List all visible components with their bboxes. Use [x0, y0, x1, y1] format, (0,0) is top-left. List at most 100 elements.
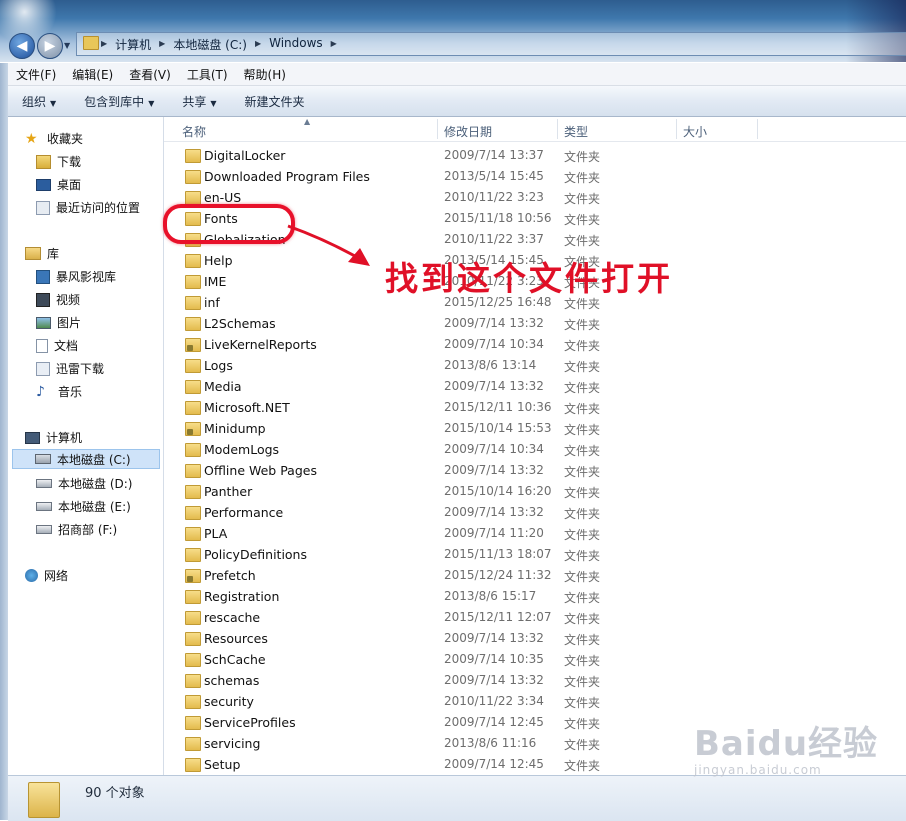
- file-name: DigitalLocker: [204, 148, 286, 163]
- table-row[interactable]: Offline Web Pages 2009/7/14 13:32 文件夹: [164, 460, 906, 481]
- nav-drive-c[interactable]: 本地磁盘 (C:): [12, 449, 160, 469]
- table-row[interactable]: Logs 2013/8/6 13:14 文件夹: [164, 355, 906, 376]
- file-name: Microsoft.NET: [204, 400, 290, 415]
- nav-xunlei-downloads[interactable]: 迅雷下载: [36, 360, 104, 377]
- file-date: 2015/10/14 15:53: [444, 421, 552, 435]
- folder-icon: [185, 695, 201, 709]
- music-note-icon: ♪: [36, 383, 45, 400]
- nav-drive-e[interactable]: 本地磁盘 (E:): [36, 498, 131, 515]
- file-date: 2015/12/24 11:32: [444, 568, 552, 582]
- file-type: 文件夹: [564, 150, 601, 164]
- column-divider[interactable]: [676, 119, 677, 139]
- file-type: 文件夹: [564, 444, 601, 458]
- column-divider[interactable]: [557, 119, 558, 139]
- nav-recent-places[interactable]: 最近访问的位置: [36, 199, 140, 216]
- folder-icon: [185, 317, 201, 331]
- nav-documents[interactable]: 文档: [36, 337, 78, 354]
- chevron-down-icon: ▼: [210, 98, 217, 108]
- table-row[interactable]: Prefetch 2015/12/24 11:32 文件夹: [164, 565, 906, 586]
- table-row[interactable]: Panther 2015/10/14 16:20 文件夹: [164, 481, 906, 502]
- address-bar[interactable]: ▶ 计算机 ▶ 本地磁盘 (C:) ▶ Windows ▶: [76, 32, 906, 56]
- column-size[interactable]: 大小: [683, 123, 707, 140]
- table-row[interactable]: DigitalLocker 2009/7/14 13:37 文件夹: [164, 145, 906, 166]
- nav-music[interactable]: ♪ 音乐: [36, 383, 82, 400]
- table-row[interactable]: Media 2009/7/14 13:32 文件夹: [164, 376, 906, 397]
- nav-libraries[interactable]: 库: [25, 245, 59, 262]
- nav-downloads[interactable]: 下载: [36, 153, 81, 170]
- new-folder-button[interactable]: 新建文件夹: [231, 93, 319, 110]
- column-divider[interactable]: [437, 119, 438, 139]
- menu-edit[interactable]: 编辑(E): [64, 66, 121, 83]
- table-row[interactable]: Performance 2009/7/14 13:32 文件夹: [164, 502, 906, 523]
- table-row[interactable]: rescache 2015/12/11 12:07 文件夹: [164, 607, 906, 628]
- network-icon: [25, 569, 38, 582]
- nav-videos[interactable]: 视频: [36, 291, 80, 308]
- table-row[interactable]: L2Schemas 2009/7/14 13:32 文件夹: [164, 313, 906, 334]
- table-row[interactable]: ModemLogs 2009/7/14 10:34 文件夹: [164, 439, 906, 460]
- chevron-right-icon[interactable]: ▶: [255, 36, 261, 53]
- table-row[interactable]: PLA 2009/7/14 11:20 文件夹: [164, 523, 906, 544]
- organize-button[interactable]: 组织 ▼: [8, 93, 70, 110]
- column-divider[interactable]: [757, 119, 758, 139]
- menu-bar: 文件(F) 编辑(E) 查看(V) 工具(T) 帮助(H): [8, 63, 906, 86]
- orb-glow: [0, 0, 70, 40]
- file-name: PLA: [204, 526, 228, 541]
- folder-icon: [185, 632, 201, 646]
- nav-pictures[interactable]: 图片: [36, 314, 81, 331]
- recent-pages-dropdown[interactable]: ▼: [64, 41, 70, 50]
- nav-label: 招商部 (F:): [58, 523, 118, 537]
- menu-view[interactable]: 查看(V): [121, 66, 179, 83]
- table-row[interactable]: LiveKernelReports 2009/7/14 10:34 文件夹: [164, 334, 906, 355]
- file-name: Registration: [204, 589, 280, 604]
- file-date: 2015/12/11 12:07: [444, 610, 552, 624]
- chevron-right-icon[interactable]: ▶: [101, 36, 107, 53]
- column-name[interactable]: 名称: [182, 123, 206, 140]
- column-type[interactable]: 类型: [564, 123, 588, 140]
- nav-label: 图片: [57, 316, 82, 330]
- chevron-right-icon[interactable]: ▶: [331, 36, 337, 53]
- file-name: inf: [204, 295, 220, 310]
- table-row[interactable]: PolicyDefinitions 2015/11/13 18:07 文件夹: [164, 544, 906, 565]
- forward-button[interactable]: ▶: [37, 33, 63, 59]
- file-type: 文件夹: [564, 486, 601, 500]
- back-button[interactable]: ◀: [9, 33, 35, 59]
- table-row[interactable]: SchCache 2009/7/14 10:35 文件夹: [164, 649, 906, 670]
- table-row[interactable]: Microsoft.NET 2015/12/11 10:36 文件夹: [164, 397, 906, 418]
- arrow-right-icon: ▶: [44, 38, 56, 54]
- nav-drive-d[interactable]: 本地磁盘 (D:): [36, 475, 132, 492]
- nav-label: 迅雷下载: [56, 362, 105, 376]
- file-date: 2009/7/14 11:20: [444, 526, 544, 540]
- nav-network[interactable]: 网络: [25, 567, 68, 584]
- file-type: 文件夹: [564, 528, 601, 542]
- nav-favorites[interactable]: ★ 收藏夹: [25, 130, 83, 147]
- chevron-right-icon[interactable]: ▶: [159, 36, 165, 53]
- include-in-library-button[interactable]: 包含到库中 ▼: [70, 93, 168, 110]
- table-row[interactable]: schemas 2009/7/14 13:32 文件夹: [164, 670, 906, 691]
- nav-drive-f[interactable]: 招商部 (F:): [36, 521, 117, 538]
- file-date: 2009/7/14 10:34: [444, 337, 544, 351]
- nav-desktop[interactable]: 桌面: [36, 176, 81, 193]
- nav-label: 本地磁盘 (D:): [58, 477, 133, 491]
- table-row[interactable]: Resources 2009/7/14 13:32 文件夹: [164, 628, 906, 649]
- breadcrumb-drive-c[interactable]: 本地磁盘 (C:): [173, 36, 247, 53]
- breadcrumb-windows[interactable]: Windows: [269, 36, 323, 53]
- nav-baofeng-library[interactable]: 暴风影视库: [36, 268, 116, 285]
- file-name: Help: [204, 253, 233, 268]
- menu-tools[interactable]: 工具(T): [179, 66, 236, 83]
- nav-computer[interactable]: 计算机: [25, 429, 82, 446]
- table-row[interactable]: Registration 2013/8/6 15:17 文件夹: [164, 586, 906, 607]
- table-row[interactable]: Minidump 2015/10/14 15:53 文件夹: [164, 418, 906, 439]
- column-date-modified[interactable]: 修改日期: [444, 123, 492, 140]
- menu-file[interactable]: 文件(F): [8, 66, 64, 83]
- share-button[interactable]: 共享 ▼: [168, 93, 230, 110]
- file-date: 2013/8/6 11:16: [444, 736, 537, 750]
- folder-icon: [185, 275, 201, 289]
- table-row[interactable]: security 2010/11/22 3:34 文件夹: [164, 691, 906, 712]
- breadcrumb-computer[interactable]: 计算机: [115, 36, 151, 53]
- table-row[interactable]: Downloaded Program Files 2013/5/14 15:45 文…: [164, 166, 906, 187]
- menu-help[interactable]: 帮助(H): [236, 66, 294, 83]
- arrow-left-icon: ◀: [16, 38, 28, 54]
- file-type: 文件夹: [564, 381, 601, 395]
- watermark: Baidu经验 jingyan.baidu.com: [694, 716, 878, 777]
- file-name: ServiceProfiles: [204, 715, 296, 730]
